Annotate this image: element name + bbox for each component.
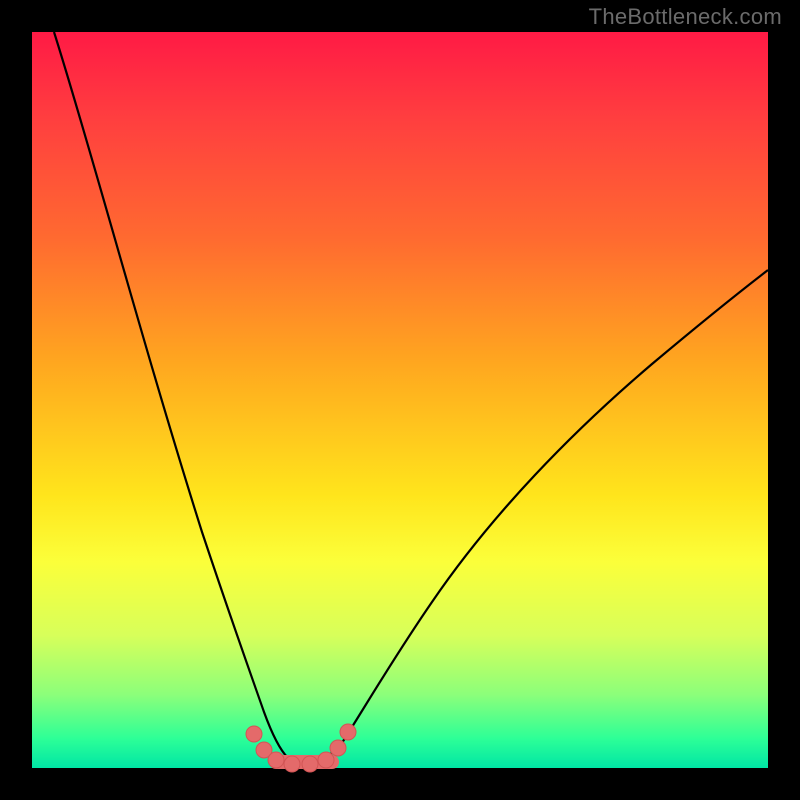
marker-dot xyxy=(268,752,284,768)
marker-dot xyxy=(340,724,356,740)
plot-area xyxy=(32,32,768,768)
chart-frame: TheBottleneck.com xyxy=(0,0,800,800)
curve-right xyxy=(340,270,768,746)
marker-dot xyxy=(330,740,346,756)
curve-svg xyxy=(32,32,768,768)
curve-left xyxy=(54,32,288,758)
watermark-text: TheBottleneck.com xyxy=(589,4,782,30)
marker-dot xyxy=(318,752,334,768)
marker-dot xyxy=(302,756,318,772)
marker-dot xyxy=(284,756,300,772)
marker-dot xyxy=(246,726,262,742)
minimum-markers xyxy=(246,724,356,772)
